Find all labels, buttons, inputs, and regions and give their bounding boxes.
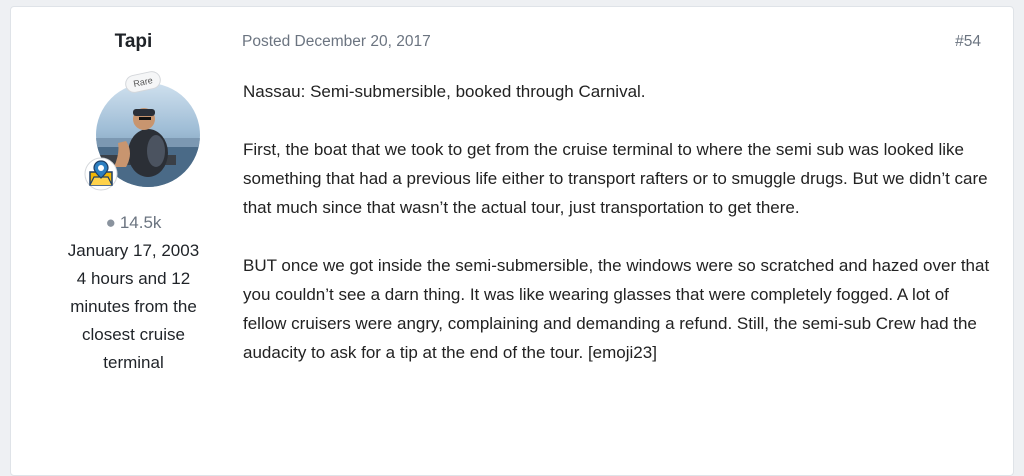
join-date: January 17, 2003 xyxy=(67,241,200,260)
post-count[interactable]: ● 14.5k xyxy=(31,209,236,237)
post-number[interactable]: #54 xyxy=(955,33,981,51)
post-paragraph-3: BUT once we got inside the semi-submersi… xyxy=(243,256,990,362)
post-count-value: 14.5k xyxy=(119,213,162,232)
post-paragraph-2: First, the boat that we took to get from… xyxy=(243,140,988,217)
location-line-1: 4 hours and 12 xyxy=(76,269,191,288)
comment-bubble-icon: ● xyxy=(105,213,116,232)
post-paragraph-1: Nassau: Semi-submersible, booked through… xyxy=(243,82,646,101)
location-line-2: minutes from the xyxy=(70,297,197,316)
post-content: Nassau: Semi-submersible, booked through… xyxy=(243,77,991,396)
author-username[interactable]: Tapi xyxy=(31,31,236,53)
author-stats: ● 14.5k January 17, 2003 4 hours and 12 m… xyxy=(31,209,236,377)
map-location-icon xyxy=(84,157,118,191)
avatar-container[interactable]: Rare xyxy=(84,69,208,193)
location-line-4: terminal xyxy=(103,353,164,372)
post-card: Tapi Rare ● 14.5k January 17, 2003 4 hou… xyxy=(10,6,1014,476)
post-date[interactable]: Posted December 20, 2017 xyxy=(242,33,431,51)
location-line-3: closest cruise xyxy=(82,325,185,344)
